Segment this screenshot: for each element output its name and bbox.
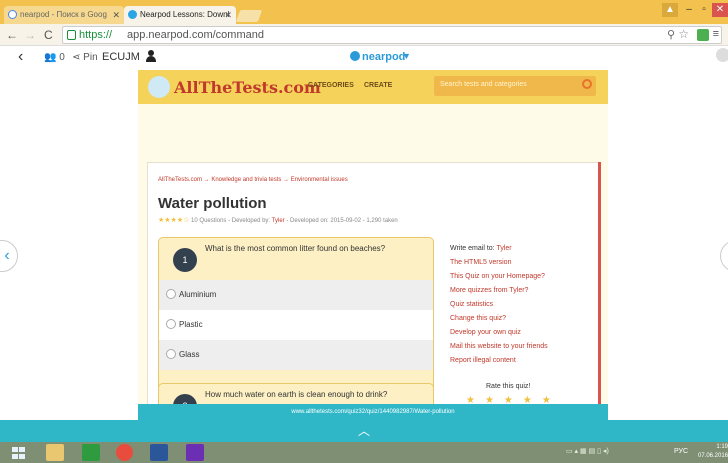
close-window-icon[interactable]: ✕ [712,3,728,17]
sidebar-link[interactable]: More quizzes from Tyler? [450,287,528,294]
nearpod-favicon-icon [128,10,137,19]
pdf-reader-icon[interactable] [186,444,204,461]
windows-start-icon[interactable] [12,447,26,459]
card-edge [598,162,601,412]
maximize-icon[interactable]: ▫ [697,3,711,17]
author-link[interactable]: Tyler [272,218,285,224]
write-email-link[interactable]: Write email to: Tyler [450,245,512,252]
tab-label: Nearpod Lessons: Downl [140,10,230,19]
meta-text: 10 Questions - Developed by: [189,218,272,224]
question-text: What is the most common litter found on … [205,244,386,253]
student-count: 👥 0 [44,52,65,63]
radio-button[interactable] [166,349,176,359]
write-email-label: Write email to: [450,245,497,252]
zoom-icon[interactable]: ⚲ [667,28,675,41]
pin-label[interactable]: ⋖ Pin [72,52,98,63]
prev-slide-button[interactable]: ‹ [0,240,18,272]
site-search-input[interactable]: Search tests and categories [434,76,596,96]
nearpod-logo: nearpod [350,51,405,63]
sidebar-link[interactable]: Report illegal content [450,357,516,364]
browser-tab-strip: nearpod - Поиск в Goog ✕ Nearpod Lessons… [0,0,728,24]
site-header: AllTheTests.com CATEGORIES CREATE Search… [138,70,608,104]
user-icon[interactable] [146,50,156,62]
avatar[interactable] [716,48,728,62]
clock-date: 07.06.2016 [698,453,728,459]
profile-icon[interactable]: ▲ [662,3,678,17]
sidebar-link[interactable]: The HTML5 version [450,259,511,266]
store-icon[interactable] [82,444,100,461]
search-placeholder: Search tests and categories [440,81,527,88]
student-count-value: 0 [59,52,65,63]
option-label: Glass [179,350,200,359]
pin-text: Pin [83,52,98,63]
option-label: Plastic [179,320,203,329]
clock-time: 1:19 [716,444,728,450]
language-indicator[interactable]: РУС [674,448,688,455]
page-title: Water pollution [158,195,267,212]
quiz-card: AllTheTests.com → Knowledge and trivia t… [147,162,599,412]
session-code: ECUJM [102,51,140,63]
browser-tab-active[interactable]: Nearpod Lessons: Downl ✕ [124,6,236,24]
question-text: How much water on earth is clean enough … [205,390,388,399]
radio-button[interactable] [166,289,176,299]
google-favicon-icon [8,10,17,19]
url-banner[interactable]: www.allthetests.com/quiz32/quiz/14409829… [138,404,608,420]
question-number: 1 [173,248,197,272]
back-arrow-icon[interactable]: ← [6,27,18,43]
next-slide-button[interactable] [720,240,728,272]
write-email-author[interactable]: Tyler [496,245,511,252]
breadcrumb[interactable]: AllTheTests.com → Knowledge and trivia t… [158,177,348,183]
nav-categories[interactable]: CATEGORIES [308,82,354,89]
sidebar-link[interactable]: Change this quiz? [450,315,506,322]
chevron-up-icon[interactable]: ︿ [358,424,370,438]
exit-chevron-icon[interactable]: ‹ [18,48,23,66]
sidebar-link[interactable]: Quiz statistics [450,301,493,308]
meta-rest: - Developed on: 2015-09-02 - 1,290 taken [284,218,398,224]
file-explorer-icon[interactable] [46,444,64,461]
nearpod-logo-text: nearpod [362,51,406,63]
chrome-icon[interactable] [116,444,133,461]
answer-option[interactable]: Aluminium [159,280,433,310]
sidebar-link[interactable]: Mail this website to your friends [450,343,548,350]
bookmark-star-icon[interactable]: ☆ [678,27,689,41]
minimize-icon[interactable]: – [682,3,696,17]
rate-label: Rate this quiz! [486,383,531,390]
site-logo[interactable]: AllTheTests.com [174,78,321,97]
extension-icon[interactable] [697,29,709,41]
tab-close-icon[interactable]: ✕ [224,6,232,24]
radio-button[interactable] [166,319,176,329]
quiz-meta: ★★★★☆ 10 Questions - Developed by: Tyler… [158,216,398,224]
reload-icon[interactable]: C [44,27,53,43]
forward-arrow-icon[interactable]: → [24,27,36,43]
tab-label: nearpod - Поиск в Goog [20,10,107,19]
url-path: app.nearpod.com/command [127,29,264,41]
search-icon[interactable] [582,79,592,89]
smiley-logo-icon [148,76,170,98]
answer-option[interactable]: Plastic [159,310,433,340]
sidebar-link[interactable]: Develop your own quiz [450,329,521,336]
word-icon[interactable] [150,444,168,461]
lock-icon [67,30,76,40]
menu-icon[interactable]: ≡ [713,28,719,40]
clock[interactable]: 1:19 07.06.2016 [698,443,728,461]
browser-tab[interactable]: nearpod - Поиск в Goog ✕ [4,6,124,24]
address-bar: ← → C https:// app.nearpod.com/command ⚲… [0,24,728,46]
windows-taskbar: ▭ ▴ ▦ ▤ ▯ ◂) РУС 1:19 07.06.2016 [0,442,728,463]
embedded-website: AllTheTests.com CATEGORIES CREATE Search… [138,70,608,412]
tab-close-icon[interactable]: ✕ [112,6,120,24]
url-input[interactable]: https:// app.nearpod.com/command ⚲ ☆ ≡ [62,26,722,44]
sidebar-link[interactable]: This Quiz on your Homepage? [450,273,545,280]
nav-create[interactable]: CREATE [364,82,392,89]
new-tab-button[interactable] [235,10,263,22]
chevron-down-icon[interactable]: ▼ [402,51,411,61]
url-scheme: https:// [79,29,113,41]
question-box: 1 What is the most common litter found o… [158,237,434,395]
collapse-bar[interactable]: ︿ [0,420,728,442]
rating-stars-icon: ★★★★☆ [158,217,190,224]
answer-option[interactable]: Glass [159,340,433,370]
system-tray-icons[interactable]: ▭ ▴ ▦ ▤ ▯ ◂) [566,447,609,455]
option-label: Aluminium [179,290,217,299]
nearpod-toolbar: ‹ 👥 0 ⋖ Pin ECUJM nearpod ▼ [0,46,728,70]
